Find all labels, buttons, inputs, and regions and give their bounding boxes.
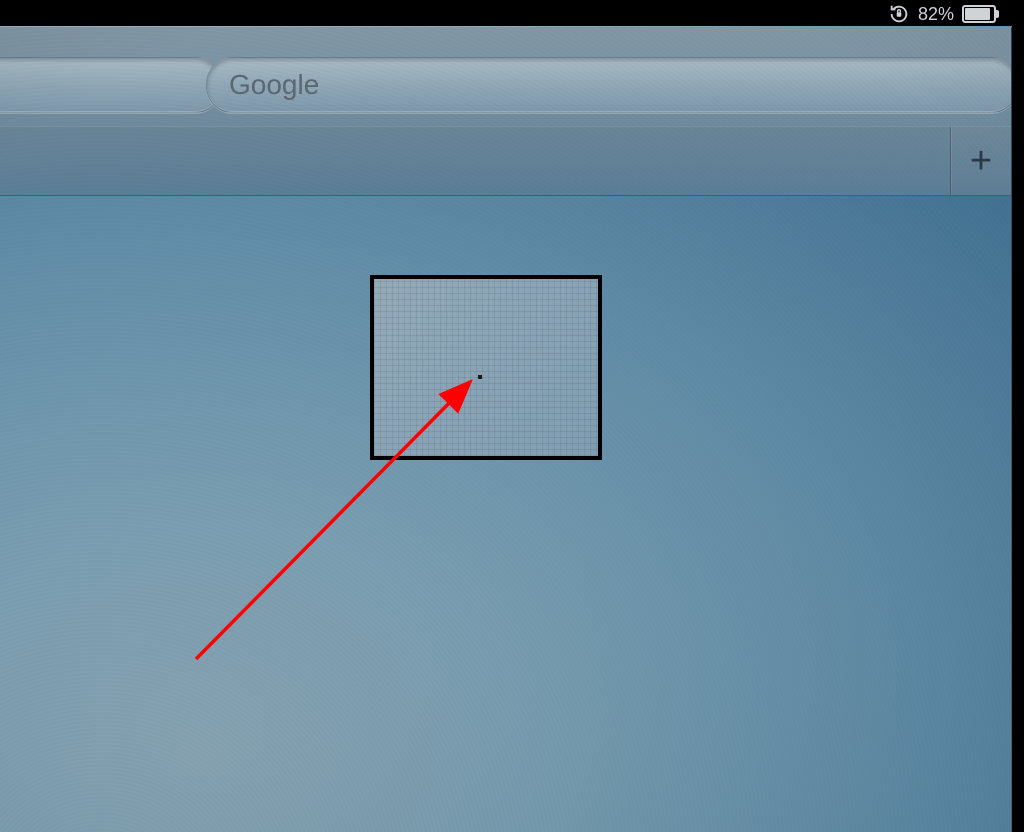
- tab-strip: +: [0, 127, 1011, 196]
- dead-pixel-dot: [478, 375, 482, 379]
- annotation-zoom-box: [370, 275, 602, 460]
- battery-percent: 82%: [918, 4, 954, 25]
- battery-fill: [965, 8, 990, 20]
- search-field[interactable]: [206, 57, 1012, 113]
- orientation-lock-icon: [888, 3, 910, 25]
- url-input[interactable]: [0, 68, 201, 102]
- battery-icon: [962, 5, 996, 23]
- search-input[interactable]: [227, 68, 997, 102]
- browser-toolbar: [0, 27, 1011, 128]
- new-tab-button[interactable]: +: [950, 127, 1011, 195]
- device-bezel: 82% +: [0, 0, 1024, 832]
- url-field[interactable]: [0, 57, 222, 113]
- status-bar: 82%: [888, 2, 996, 26]
